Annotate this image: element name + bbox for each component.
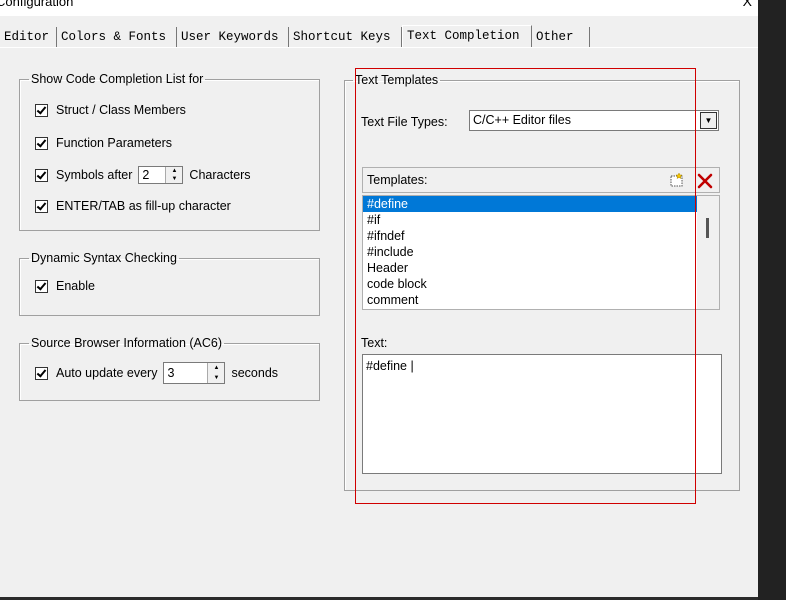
file-types-label: Text File Types: xyxy=(361,115,448,129)
list-item[interactable]: code block xyxy=(363,276,697,292)
file-types-value: C/C++ Editor files xyxy=(473,113,571,127)
template-text-value: #define | xyxy=(366,359,414,373)
text-label: Text: xyxy=(361,336,388,350)
close-icon[interactable]: X xyxy=(743,0,752,9)
list-item[interactable]: #define xyxy=(363,196,697,212)
tab-user-keywords[interactable]: User Keywords xyxy=(177,27,289,47)
checkbox-checked-icon xyxy=(35,168,48,182)
template-text-editor[interactable]: #define | xyxy=(362,354,722,474)
delete-template-icon[interactable] xyxy=(695,171,715,191)
auto-update-label: Auto update every xyxy=(56,366,158,380)
tab-divider xyxy=(0,47,758,48)
enter-tab-label: ENTER/TAB as fill-up character xyxy=(56,199,231,213)
checkbox-checked-icon xyxy=(35,136,48,150)
code-completion-legend: Show Code Completion List for xyxy=(31,72,204,86)
update-interval-stepper[interactable]: 3 ▲ ▼ xyxy=(163,362,226,384)
symbols-count-stepper[interactable]: 2 ▲ ▼ xyxy=(138,166,184,184)
syntax-checking-legend: Dynamic Syntax Checking xyxy=(31,251,177,265)
tab-text-completion[interactable]: Text Completion xyxy=(402,25,532,47)
struct-members-label: Struct / Class Members xyxy=(56,103,186,117)
list-item[interactable]: #if xyxy=(363,212,697,228)
chevron-down-icon[interactable]: ▼ xyxy=(700,112,717,129)
seconds-label: seconds xyxy=(231,366,279,380)
checkbox-checked-icon xyxy=(35,199,48,213)
templates-scrollbar[interactable] xyxy=(697,196,719,309)
update-interval-value[interactable]: 3 xyxy=(164,363,207,383)
list-item[interactable]: #include xyxy=(363,244,697,260)
symbols-after-checkbox[interactable]: Symbols after 2 ▲ ▼ Characters xyxy=(35,165,251,185)
syntax-enable-label: Enable xyxy=(56,279,95,293)
title-bar: Configuration X xyxy=(0,0,758,16)
source-browser-legend: Source Browser Information (AC6) xyxy=(31,336,223,350)
templates-list-items: #define #if #ifndef #include Header code… xyxy=(363,196,697,309)
tab-strip: Editor Colors & Fonts User Keywords Shor… xyxy=(0,25,758,49)
scrollbar-thumb[interactable] xyxy=(706,218,709,238)
checkbox-checked-icon xyxy=(35,103,48,117)
enter-tab-checkbox[interactable]: ENTER/TAB as fill-up character xyxy=(35,198,231,214)
window-title: Configuration xyxy=(0,0,74,9)
templates-label: Templates: xyxy=(367,173,428,187)
function-params-label: Function Parameters xyxy=(56,136,173,150)
auto-update-checkbox[interactable]: Auto update every 3 ▲ ▼ seconds xyxy=(35,362,278,384)
characters-label: Characters xyxy=(189,168,251,182)
struct-members-checkbox[interactable]: Struct / Class Members xyxy=(35,102,186,118)
tab-shortcut-keys[interactable]: Shortcut Keys xyxy=(289,27,402,47)
file-types-select[interactable]: C/C++ Editor files ▼ xyxy=(469,110,719,131)
spin-arrows-icon[interactable]: ▲ ▼ xyxy=(165,167,183,183)
list-item[interactable]: #ifndef xyxy=(363,228,697,244)
tab-other[interactable]: Other xyxy=(532,27,590,47)
spin-arrows-icon[interactable]: ▲ ▼ xyxy=(207,363,225,383)
templates-header: Templates: xyxy=(362,167,720,193)
tab-editor[interactable]: Editor xyxy=(0,27,57,47)
syntax-enable-checkbox[interactable]: Enable xyxy=(35,278,95,294)
symbols-count-value[interactable]: 2 xyxy=(139,167,165,183)
new-template-icon[interactable] xyxy=(669,172,685,188)
function-params-checkbox[interactable]: Function Parameters xyxy=(35,135,172,151)
text-templates-legend: Text Templates xyxy=(355,73,439,87)
list-item[interactable]: comment xyxy=(363,292,697,308)
checkbox-checked-icon xyxy=(35,366,48,380)
templates-list[interactable]: #define #if #ifndef #include Header code… xyxy=(362,195,720,310)
configuration-dialog: Configuration X Editor Colors & Fonts Us… xyxy=(0,0,758,600)
background-strip xyxy=(758,0,786,600)
list-item[interactable]: Header xyxy=(363,260,697,276)
checkbox-checked-icon xyxy=(35,279,48,293)
tab-colors-fonts[interactable]: Colors & Fonts xyxy=(57,27,177,47)
symbols-after-label: Symbols after xyxy=(56,168,133,182)
